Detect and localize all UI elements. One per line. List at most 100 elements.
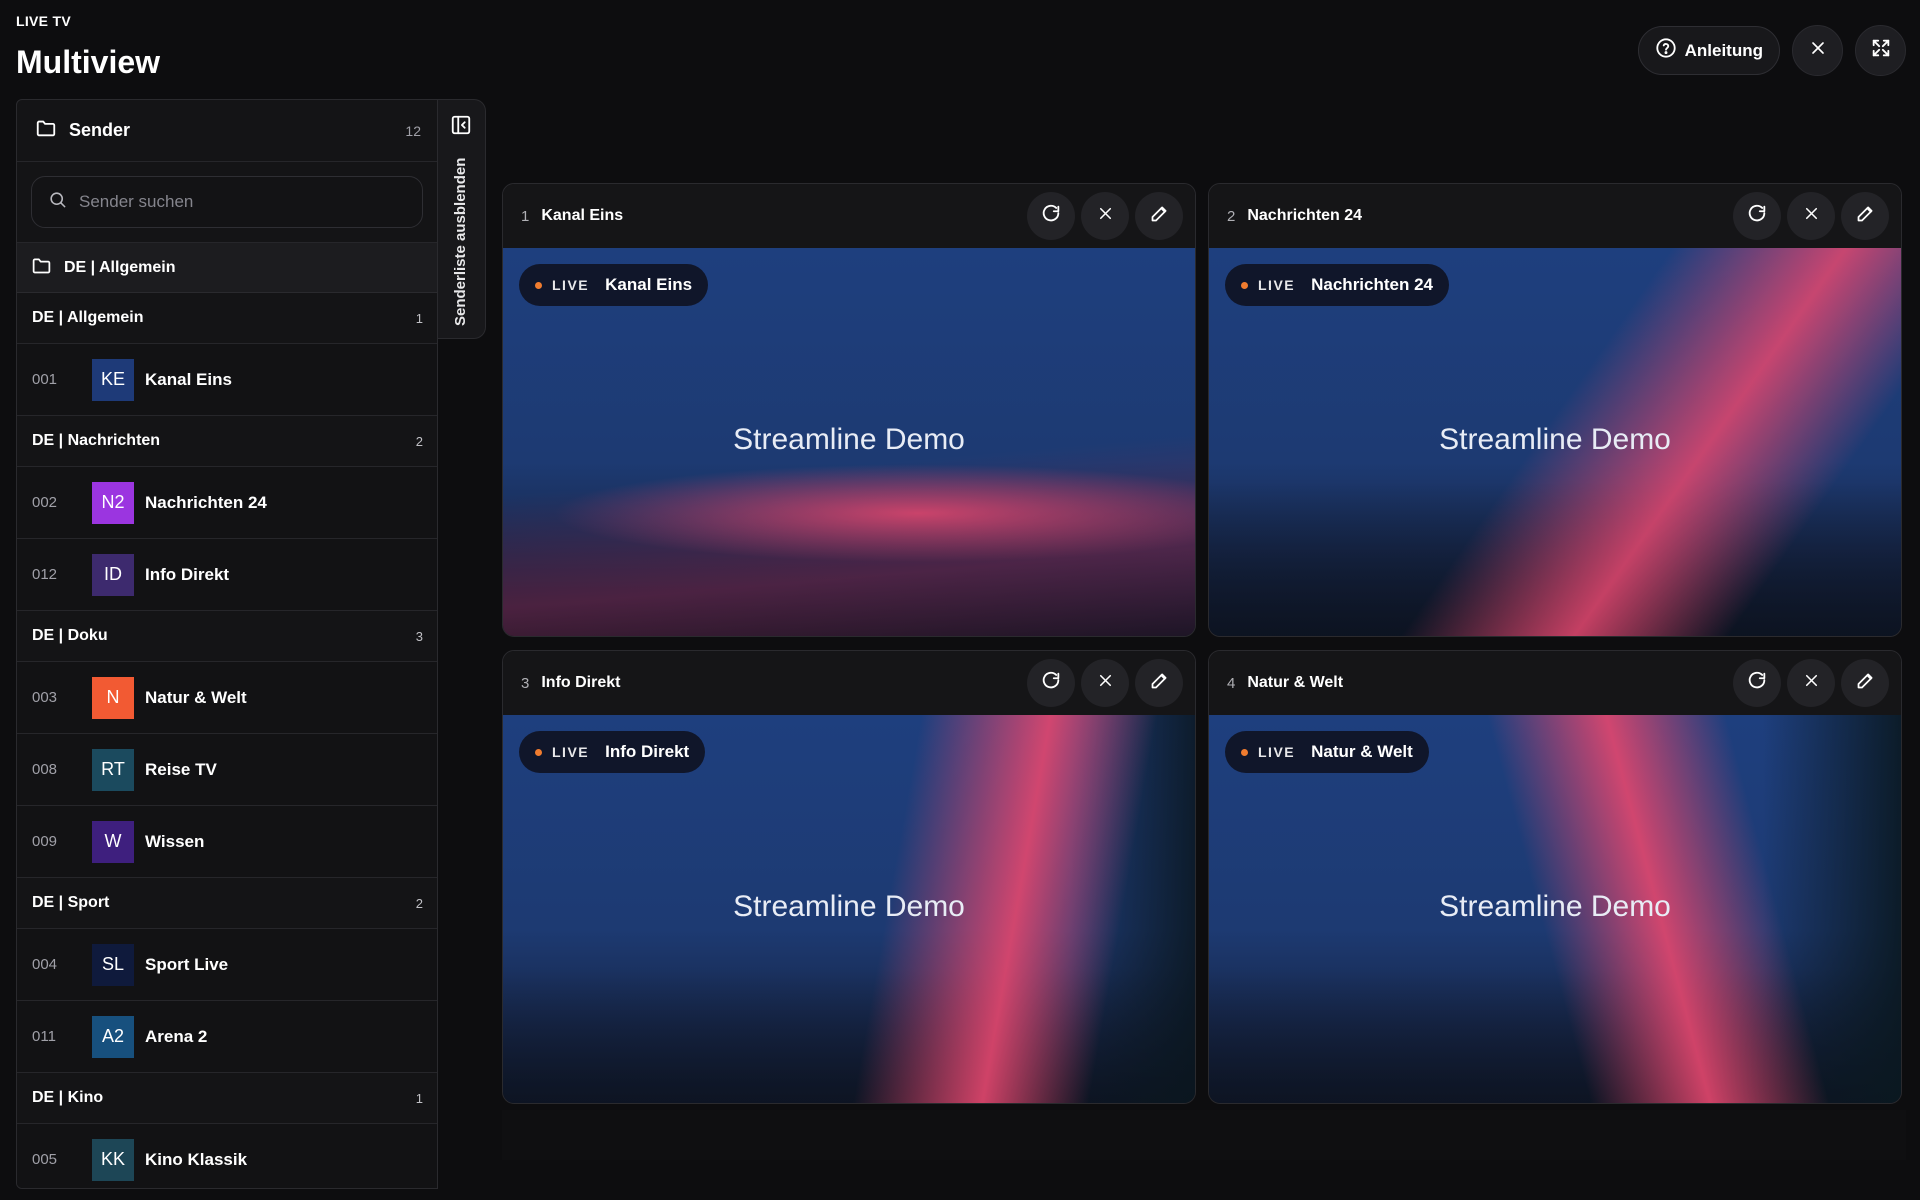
live-label: LIVE [552, 277, 590, 293]
group-name: DE | Sport [32, 894, 110, 911]
remove-tile-button[interactable] [1081, 192, 1129, 240]
tile-header: 3 Info Direkt [503, 651, 1195, 715]
video-player[interactable]: LIVE Kanal Eins Streamline Demo [503, 248, 1195, 636]
edit-tile-button[interactable] [1841, 192, 1889, 240]
search-input[interactable] [79, 192, 406, 212]
group-header: DE | Doku 3 [17, 611, 437, 662]
channel-name: Sport Live [145, 954, 229, 974]
channel-item[interactable]: 005 KK Kino Klassik [17, 1124, 437, 1188]
folder-icon [35, 117, 57, 144]
live-badge: LIVE Nachrichten 24 [1225, 264, 1450, 306]
group-header: DE | Kino 1 [17, 1073, 437, 1124]
stream-tile: 3 Info Direkt LIVE Info Direkt Streamlin… [502, 650, 1196, 1104]
group-header: DE | Allgemein 1 [17, 293, 437, 344]
close-icon [1802, 671, 1821, 695]
live-channel-name: Info Direkt [605, 742, 690, 761]
refresh-icon [1040, 670, 1062, 697]
hide-channel-list-label: Senderliste ausblenden [452, 157, 469, 326]
guide-button[interactable]: Anleitung [1637, 26, 1780, 75]
remove-tile-button[interactable] [1081, 659, 1129, 707]
empty-slot-area [502, 1110, 1906, 1160]
group-header: DE | Nachrichten 2 [17, 416, 437, 467]
channel-number: 005 [32, 1151, 58, 1168]
edit-tile-button[interactable] [1135, 659, 1183, 707]
live-dot [535, 748, 542, 756]
channel-item[interactable]: 009 W Wissen [17, 806, 437, 878]
channel-item[interactable]: 011 A2 Arena 2 [17, 1001, 437, 1073]
group-count: 1 [415, 310, 423, 326]
group-name: DE | Doku [32, 627, 108, 644]
close-icon [1802, 204, 1821, 228]
video-watermark: Streamline Demo [1439, 423, 1671, 456]
guide-button-label: Anleitung [1684, 40, 1763, 60]
tile-header: 4 Natur & Welt [1209, 651, 1901, 715]
tile-number: 1 [521, 207, 530, 225]
video-player[interactable]: LIVE Natur & Welt Streamline Demo [1209, 715, 1901, 1103]
refresh-icon [1040, 203, 1062, 230]
group-count: 3 [415, 628, 423, 644]
search-icon [48, 190, 67, 214]
live-badge: LIVE Natur & Welt [1225, 731, 1429, 773]
folder-filter[interactable]: DE | Allgemein [17, 243, 437, 293]
fullscreen-button[interactable] [1855, 25, 1906, 76]
channel-item[interactable]: 002 N2 Nachrichten 24 [17, 467, 437, 539]
channel-name: Natur & Welt [145, 687, 247, 707]
channel-number: 012 [32, 566, 58, 583]
edit-tile-button[interactable] [1841, 659, 1889, 707]
channel-logo: ID [92, 553, 134, 596]
folder-icon [31, 255, 52, 281]
channel-logo: N2 [92, 481, 134, 524]
top-actions: Anleitung [1637, 25, 1906, 76]
group-name: DE | Allgemein [32, 309, 144, 326]
pencil-icon [1149, 670, 1170, 696]
sidebar-collapse-icon [450, 114, 472, 141]
video-player[interactable]: LIVE Info Direkt Streamline Demo [503, 715, 1195, 1103]
channel-item[interactable]: 008 RT Reise TV [17, 734, 437, 806]
channel-logo: KE [92, 358, 134, 401]
tile-number: 4 [1227, 674, 1236, 692]
edit-tile-button[interactable] [1135, 192, 1183, 240]
channel-item[interactable]: 003 N Natur & Welt [17, 662, 437, 734]
stream-tile: 1 Kanal Eins LIVE Kanal Eins Streamline … [502, 183, 1196, 637]
refresh-icon [1746, 670, 1768, 697]
video-player[interactable]: LIVE Nachrichten 24 Streamline Demo [1209, 248, 1901, 636]
help-circle-icon [1655, 37, 1677, 64]
reload-button[interactable] [1733, 192, 1781, 240]
reload-button[interactable] [1027, 659, 1075, 707]
hide-channel-list-button[interactable]: Senderliste ausblenden [438, 99, 486, 339]
pencil-icon [1855, 203, 1876, 229]
live-badge: LIVE Info Direkt [519, 731, 706, 773]
channel-logo: W [92, 820, 134, 863]
video-watermark: Streamline Demo [1439, 890, 1671, 923]
tile-header: 2 Nachrichten 24 [1209, 184, 1901, 248]
group-name: DE | Kino [32, 1089, 104, 1106]
live-label: LIVE [552, 744, 590, 760]
search-wrapper [17, 162, 437, 243]
reload-button[interactable] [1733, 659, 1781, 707]
tile-title: Info Direkt [541, 674, 621, 691]
search-box [31, 176, 423, 228]
remove-tile-button[interactable] [1787, 659, 1835, 707]
tile-number: 3 [521, 674, 530, 692]
channel-sidebar: Sender 12 DE | Allgemein DE | Allgemein … [16, 99, 438, 1189]
tile-number: 2 [1227, 207, 1236, 225]
live-dot [1241, 281, 1248, 289]
channel-number: 004 [32, 956, 58, 973]
close-icon [1808, 38, 1828, 63]
channel-number: 009 [32, 833, 58, 850]
live-dot [535, 281, 542, 289]
close-button[interactable] [1792, 25, 1843, 76]
live-badge: LIVE Kanal Eins [519, 264, 709, 306]
channel-name: Info Direkt [145, 564, 230, 584]
sidebar-count: 12 [405, 122, 421, 139]
refresh-icon [1746, 203, 1768, 230]
channel-logo: SL [92, 943, 134, 986]
channel-item[interactable]: 012 ID Info Direkt [17, 539, 437, 611]
group-header: DE | Sport 2 [17, 878, 437, 929]
channel-item[interactable]: 001 KE Kanal Eins [17, 344, 437, 416]
channel-item[interactable]: 004 SL Sport Live [17, 929, 437, 1001]
group-count: 2 [415, 895, 423, 911]
remove-tile-button[interactable] [1787, 192, 1835, 240]
reload-button[interactable] [1027, 192, 1075, 240]
pencil-icon [1149, 203, 1170, 229]
